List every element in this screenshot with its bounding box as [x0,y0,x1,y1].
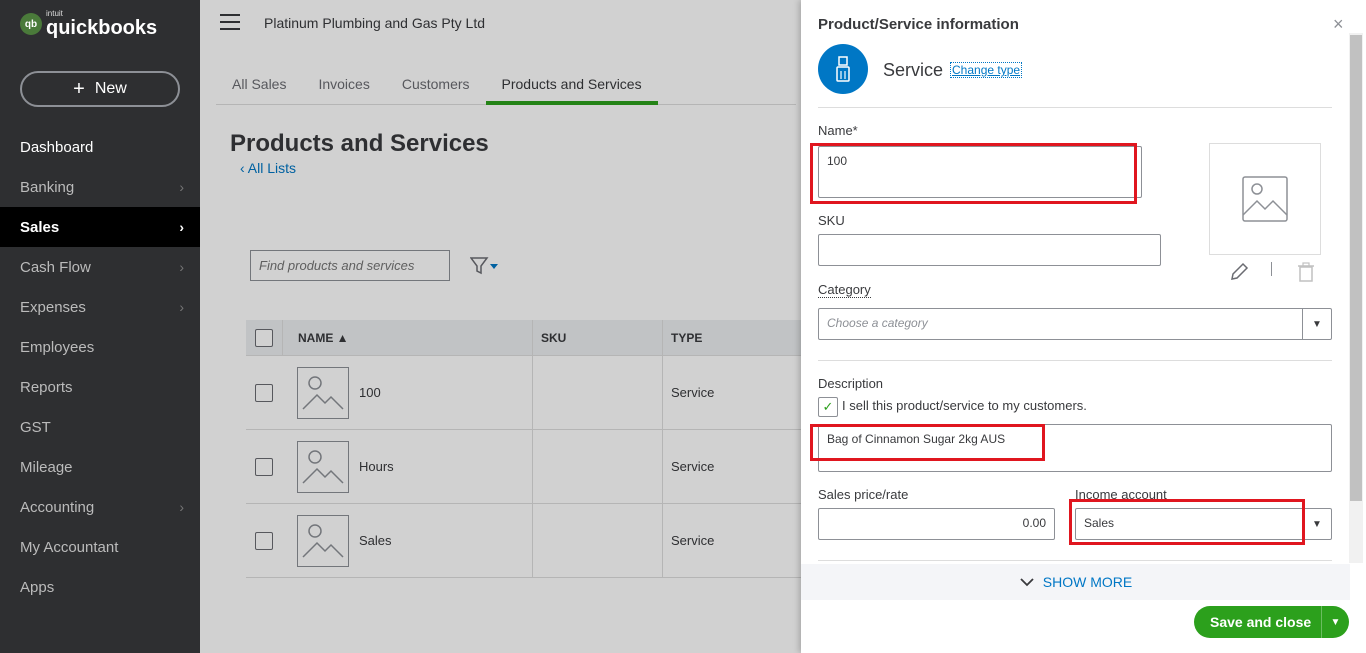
category-placeholder: Choose a category [827,316,928,330]
income-account-value: Sales [1084,516,1115,530]
category-label[interactable]: Category [818,282,871,298]
sidebar-item-label: Accounting [20,498,95,516]
show-more-label: SHOW MORE [1042,574,1133,590]
chevron-down-icon[interactable]: ▼ [1302,509,1331,539]
sidebar-item-gst[interactable]: GST [0,407,200,447]
divider [818,107,1332,108]
save-and-close-button[interactable]: Save and close ▼ [1194,606,1349,638]
service-type-label: Service [883,60,944,80]
description-label: Description [818,376,884,391]
icon-divider [1271,262,1272,276]
divider [818,360,1332,361]
sidebar-item-banking[interactable]: Banking › [0,167,200,207]
sidebar-item-sales[interactable]: Sales › [0,207,200,247]
sidebar-item-label: Employees [20,338,95,356]
checkmark-icon: ✓ [822,399,834,414]
chevron-right-icon: › [179,299,184,315]
sidebar-item-label: Banking [20,178,75,196]
new-button[interactable]: + New [20,71,180,107]
sidebar-item-cash-flow[interactable]: Cash Flow › [0,247,200,287]
description-field[interactable]: Bag of Cinnamon Sugar 2kg AUS [818,424,1332,472]
close-icon[interactable]: × [1333,14,1344,35]
quickbooks-logo-icon: qb [20,13,42,35]
sales-price-field[interactable]: 0.00 [818,508,1055,540]
sidebar-item-label: Apps [20,578,55,596]
show-more-button[interactable]: SHOW MORE [801,564,1350,600]
new-button-label: New [94,80,127,97]
trash-icon[interactable] [1297,262,1315,287]
sidebar-item-label: Expenses [20,298,86,316]
income-account-label: Income account [1075,487,1167,502]
sidebar-item-label: My Accountant [20,538,119,556]
sku-label: SKU [818,213,845,228]
chevron-down-icon[interactable]: ▼ [1321,606,1349,638]
sell-checkbox-label: I sell this product/service to my custom… [842,398,1087,413]
panel-title: Product/Service information [818,16,1019,33]
sidebar-item-label: GST [20,418,51,436]
sidebar-item-label: Sales [20,218,60,236]
chevron-right-icon: › [179,499,184,515]
scrollbar-thumb[interactable] [1350,35,1362,501]
panel-scrollbar[interactable] [1349,33,1363,563]
sell-checkbox[interactable]: ✓ [818,397,838,417]
product-service-panel: Product/Service information × Service Ch… [801,0,1366,653]
sidebar-item-label: Dashboard [20,138,94,156]
category-select[interactable]: Choose a category ▼ [818,308,1332,340]
sidebar-item-expenses[interactable]: Expenses › [0,287,200,327]
change-type-link[interactable]: Change type [950,62,1023,78]
sidebar-nav: Dashboard Banking › Sales › Cash Flow › Exp… [0,127,200,607]
chevron-right-icon: › [179,179,184,195]
name-field[interactable]: 100 [818,146,1142,198]
sidebar-item-reports[interactable]: Reports [0,367,200,407]
sidebar-item-employees[interactable]: Employees [0,327,200,367]
sidebar-item-label: Mileage [20,458,73,476]
sidebar-item-mileage[interactable]: Mileage [0,447,200,487]
sidebar-item-dashboard[interactable]: Dashboard [0,127,200,167]
sku-field[interactable] [818,234,1161,266]
quickbooks-logo[interactable]: qb intuit quickbooks [20,10,157,38]
service-type-icon [818,44,868,94]
income-account-select[interactable]: Sales ▼ [1075,508,1332,540]
sidebar-item-my-accountant[interactable]: My Accountant [0,527,200,567]
chevron-down-icon [1020,578,1034,587]
edit-pencil-icon[interactable] [1229,262,1249,287]
plus-icon: + [73,78,85,100]
sidebar-item-apps[interactable]: Apps [0,567,200,607]
sales-price-label: Sales price/rate [818,487,909,502]
save-and-close-label: Save and close [1210,614,1312,630]
product-image-upload[interactable] [1209,143,1321,255]
sidebar: qb intuit quickbooks + New Dashboard Ban… [0,0,200,653]
chevron-right-icon: › [179,219,184,235]
divider [818,560,1332,561]
sidebar-item-label: Reports [20,378,73,396]
sidebar-item-label: Cash Flow [20,258,91,276]
name-label: Name* [818,123,858,138]
chevron-right-icon: › [179,259,184,275]
logo-name-text: quickbooks [46,17,158,39]
chevron-down-icon[interactable]: ▼ [1302,309,1331,339]
sidebar-item-accounting[interactable]: Accounting › [0,487,200,527]
